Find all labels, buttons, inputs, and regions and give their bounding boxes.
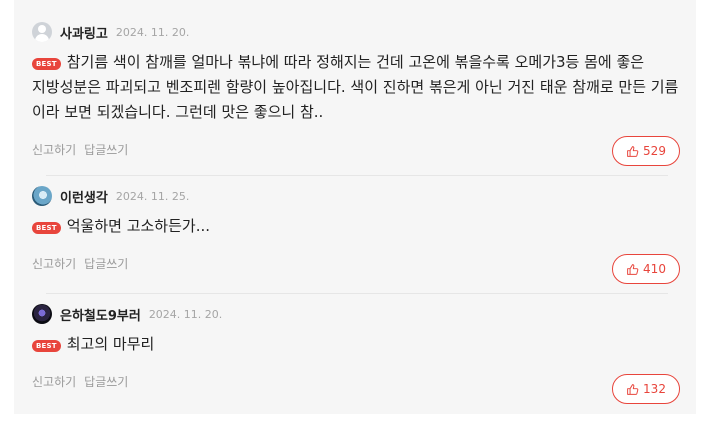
profile-avatar[interactable]	[32, 186, 52, 206]
comment-text: 참기름 색이 참깨를 얼마나 볶냐에 따라 정해지는 건데 고온에 볶을수록 오…	[32, 53, 679, 121]
comment-item: 사과링고 2024. 11. 20. BEST 참기름 색이 참깨를 얼마나 볶냐…	[14, 12, 696, 176]
comment-date: 2024. 11. 20.	[115, 25, 190, 39]
comment-header: 사과링고 2024. 11. 20.	[32, 21, 680, 43]
comment-nickname[interactable]: 은하철도9부러	[60, 305, 141, 324]
comment-text: 최고의 마무리	[66, 335, 155, 353]
best-badge: BEST	[32, 340, 61, 352]
comment-date: 2024. 11. 20.	[148, 307, 223, 321]
report-button[interactable]: 신고하기	[32, 257, 76, 271]
comment-nickname[interactable]: 사과링고	[60, 23, 108, 42]
thumbs-up-icon	[627, 263, 639, 275]
profile-avatar[interactable]	[32, 304, 52, 324]
comment-item: 은하철도9부러 2024. 11. 20. BEST 최고의 마무리 신고하기 답글…	[14, 294, 696, 414]
like-count: 132	[643, 382, 666, 396]
thumbs-up-icon	[627, 383, 639, 395]
thumbs-up-icon	[627, 145, 639, 157]
best-badge: BEST	[32, 58, 61, 70]
comment-body: BEST 최고의 마무리	[32, 332, 680, 357]
comment-header: 이런생각 2024. 11. 25.	[32, 185, 680, 207]
report-button[interactable]: 신고하기	[32, 143, 76, 157]
comment-body: BEST 참기름 색이 참깨를 얼마나 볶냐에 따라 정해지는 건데 고온에 볶을…	[32, 50, 680, 125]
like-count: 410	[643, 262, 666, 276]
report-button[interactable]: 신고하기	[32, 375, 76, 389]
like-count: 529	[643, 144, 666, 158]
like-button[interactable]: 132	[612, 374, 680, 404]
comment-text: 억울하면 고소하든가...	[66, 217, 211, 235]
like-button[interactable]: 410	[612, 254, 680, 284]
like-button[interactable]: 529	[612, 136, 680, 166]
best-badge: BEST	[32, 222, 61, 234]
reply-button[interactable]: 답글쓰기	[84, 257, 128, 271]
default-user-icon[interactable]	[32, 22, 52, 42]
reply-button[interactable]: 답글쓰기	[84, 143, 128, 157]
reply-button[interactable]: 답글쓰기	[84, 375, 128, 389]
comment-actions: 신고하기 답글쓰기	[32, 373, 136, 390]
comment-body: BEST 억울하면 고소하든가...	[32, 214, 680, 239]
comment-item: 이런생각 2024. 11. 25. BEST 억울하면 고소하든가... 신고하…	[14, 176, 696, 294]
comment-nickname[interactable]: 이런생각	[60, 187, 108, 206]
comment-actions: 신고하기 답글쓰기	[32, 255, 136, 272]
comment-actions: 신고하기 답글쓰기	[32, 141, 136, 158]
comment-date: 2024. 11. 25.	[115, 189, 190, 203]
comment-header: 은하철도9부러 2024. 11. 20.	[32, 303, 680, 325]
